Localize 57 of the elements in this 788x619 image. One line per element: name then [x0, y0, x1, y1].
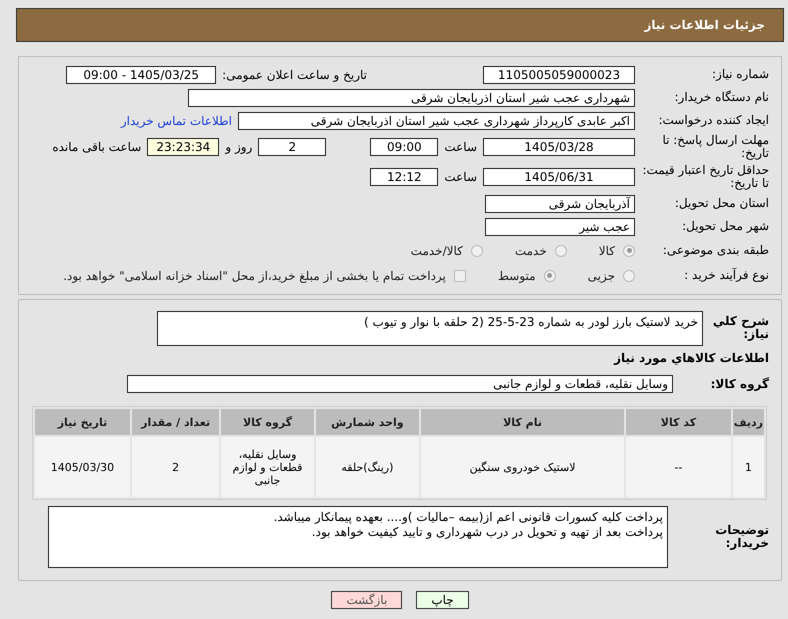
column-header: تعداد / مقدار [132, 409, 220, 435]
checkbox-label: پرداخت تمام یا بخشی از مبلغ خرید،از محل "اسناد خزانه اسلامی" خواهد بود. [63, 268, 446, 282]
notes-field[interactable]: پرداخت کلیه کسورات قانونی اعم از(بیمه –مالیات )و.... بعهده پیمانکار میباشد. پرداخت بعد از تهیه و تحویل در درب شهرداری و تایید کیفیت خواهد بود. [48, 506, 668, 568]
radio-label: متوسط [498, 268, 536, 282]
buyer-org-field: شهرداری عجب شیر استان اذربایجان شرقی [188, 88, 635, 106]
table-cell: 1 [732, 437, 764, 497]
radio-label: کالا/خدمت [410, 244, 463, 258]
field-label: تاریخ و ساعت اعلان عمومی: [222, 68, 367, 82]
field-label: روز و [225, 140, 252, 154]
field-label: توضیحات خریدار: [714, 524, 769, 550]
city-field: عجب شیر [485, 218, 635, 236]
print-button[interactable]: چاپ [416, 591, 469, 609]
radio-label: جزیی [588, 268, 615, 282]
column-header: ردیف [732, 409, 764, 435]
field-label: نوع فرآیند خرید : [683, 269, 769, 282]
field-label: ساعت [444, 140, 477, 154]
field-label: شرح کلي نیاز: [712, 315, 769, 341]
field-label: ساعت [444, 170, 477, 184]
field-label: نام دستگاه خریدار: [674, 91, 769, 104]
back-button[interactable]: بازگشت [331, 591, 402, 609]
field-label: شهر محل تحویل: [681, 220, 769, 233]
table-cell: 2 [132, 437, 220, 497]
days-field: 2 [258, 138, 326, 156]
field-label: ساعت باقی مانده [52, 140, 142, 154]
field-label: حداقل تاریخ اعتبار قیمت: تا تاریخ: [641, 164, 769, 190]
field-label: ایجاد کننده درخواست: [657, 114, 769, 127]
column-header: گروه کالا [221, 409, 314, 435]
section-title: اطلاعات کالاهاي مورد نیاز [614, 351, 769, 365]
province-field: آذربایجان شرقی [485, 194, 635, 212]
column-header: کد کالا [626, 409, 731, 435]
table-cell: (رینگ)حلقه [316, 437, 419, 497]
table-cell: -- [626, 437, 731, 497]
goods-group-field: وسایل نقلیه، قطعات و لوازم جانبی [127, 375, 673, 393]
page-title: جزئیات اطلاعات نیاز [644, 18, 765, 32]
announce-date-field: 1405/03/25 - 09:00 [66, 66, 216, 84]
field-label: شماره نیاز: [711, 68, 769, 81]
deadline-time-field: 09:00 [370, 138, 438, 156]
radio-label: کالا [598, 244, 615, 258]
requester-field: اکبر عابدی کارپرداز شهرداری عجب شیر استان اذربایجان شرقی [238, 112, 635, 130]
need-number-field: 1105005059000023 [483, 66, 635, 84]
table-cell: وسایل نقلیه، قطعات و لوازم جانبی [221, 437, 314, 497]
validity-time-field: 12:12 [370, 168, 438, 186]
summary-field[interactable]: خرید لاستیک بارز لودر به شماره 23-5-25 (2 حلقه با نوار و تیوب ) [157, 310, 703, 346]
field-label: طبقه بندی موضوعی: [662, 244, 769, 257]
validity-date-field: 1405/06/31 [483, 168, 635, 186]
remaining-time-field: 23:23:34 [147, 138, 220, 156]
column-header: نام کالا [420, 409, 624, 435]
deadline-date-field: 1405/03/28 [483, 138, 635, 156]
radio-label: خدمت [514, 244, 547, 258]
table-cell: لاستیک خودروی سنگین [420, 437, 624, 497]
contact-link[interactable]: اطلاعات تماس خریدار [120, 114, 232, 128]
field-label: گروه کالا: [710, 378, 769, 390]
table-cell: 1405/03/30 [35, 437, 130, 497]
field-label: مهلت ارسال پاسخ: تا تاریخ: [661, 134, 769, 160]
column-header: تاریخ نیاز [35, 409, 130, 435]
field-label: استان محل تحویل: [674, 197, 769, 210]
column-header: واحد شمارش [316, 409, 419, 435]
